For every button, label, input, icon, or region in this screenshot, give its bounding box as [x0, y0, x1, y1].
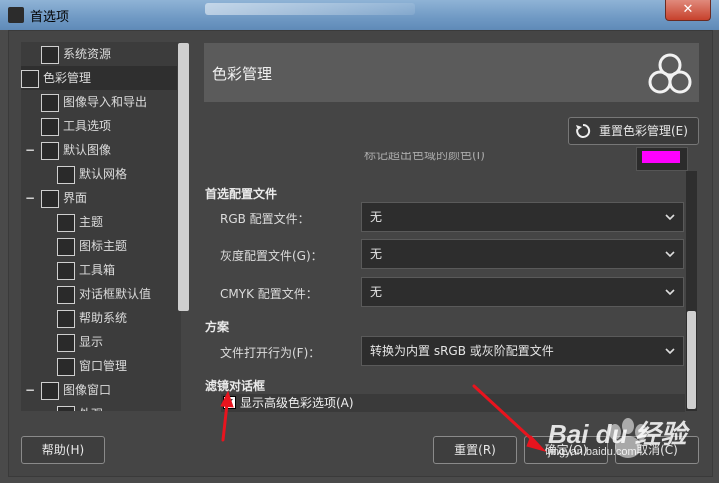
rgb-profile-select[interactable]: 无	[361, 202, 684, 232]
tool-options-icon	[41, 117, 59, 136]
preferred-profiles-heading: 首选配置文件	[205, 187, 278, 201]
rgb-profile-value: 无	[370, 210, 383, 224]
default-image-icon	[41, 141, 59, 160]
cmyk-profile-label: CMYK 配置文件：	[220, 287, 318, 301]
reset-color-management-label: 重置色彩管理(E)	[599, 124, 688, 138]
sidebar-item[interactable]: − 界面	[25, 186, 87, 210]
icon-theme-icon	[57, 237, 75, 256]
sidebar-item-label: 工具选项	[63, 119, 112, 133]
import-export-icon	[41, 93, 59, 112]
theme-icon	[57, 213, 75, 232]
display-icon	[57, 333, 75, 352]
chevron-down-icon	[665, 251, 675, 258]
sidebar-item[interactable]: 主题	[57, 210, 103, 234]
policy-heading: 方案	[205, 320, 230, 334]
sidebar-item[interactable]: 图像导入和导出	[41, 90, 147, 114]
cmyk-profile-select[interactable]: 无	[361, 277, 684, 307]
rgb-profile-label: RGB 配置文件：	[220, 212, 310, 226]
settings-scrollbar-thumb[interactable]	[687, 311, 696, 409]
sidebar-item-label: 系统资源	[63, 47, 112, 61]
sidebar-item-label: 色彩管理	[43, 71, 92, 85]
grayscale-profile-select[interactable]: 无	[361, 239, 684, 269]
color-circles-icon	[648, 53, 692, 94]
sidebar-item[interactable]: 窗口管理	[57, 354, 127, 378]
sidebar-item[interactable]: − 默认图像	[25, 138, 111, 162]
panel-header: 色彩管理	[204, 43, 699, 102]
settings-scrollbar[interactable]	[686, 171, 697, 411]
file-open-behavior-value: 转换为内置 sRGB 或灰阶配置文件	[370, 344, 554, 358]
file-open-behavior-select[interactable]: 转换为内置 sRGB 或灰阶配置文件	[361, 336, 684, 366]
sidebar-item-label: 窗口管理	[79, 359, 128, 373]
appearance-icon	[57, 405, 75, 411]
help-button[interactable]: 帮助(H)	[21, 436, 105, 464]
panel-title: 色彩管理	[212, 65, 273, 83]
collapse-toggle-icon[interactable]: −	[25, 378, 35, 402]
sidebar-item[interactable]: 系统资源	[41, 42, 111, 66]
reset-color-management-button[interactable]: 重置色彩管理(E)	[568, 117, 699, 145]
chip-icon	[41, 45, 59, 64]
collapse-toggle-icon[interactable]: −	[25, 138, 35, 162]
sidebar-item-label: 对话框默认值	[79, 287, 152, 301]
sidebar-item-label: 工具箱	[79, 263, 116, 277]
window-title: 首选项	[30, 10, 70, 25]
sidebar-item-label: 主题	[79, 215, 104, 229]
sidebar-item-label: 界面	[63, 191, 88, 205]
sidebar-item-label: 图像导入和导出	[63, 95, 148, 109]
sidebar-item-label: 帮助系统	[79, 311, 128, 325]
advanced-color-label[interactable]: 显示高级色彩选项(A)	[240, 394, 354, 412]
background-window-blur	[205, 3, 415, 15]
preferences-window: 系统资源色彩管理图像导入和导出 工具选项 − 默认图像默认网格 − 界面主题图标主题工具箱…	[8, 30, 713, 477]
sidebar-item-label: 图像窗口	[63, 383, 112, 397]
sidebar-item-label: 默认图像	[63, 143, 112, 157]
toolbox-icon	[57, 261, 75, 280]
sidebar-item-label: 默认网格	[79, 167, 128, 181]
interface-icon	[41, 189, 59, 208]
grayscale-profile-value: 无	[370, 247, 383, 261]
image-window-icon	[41, 381, 59, 400]
close-button[interactable]: ✕	[665, 0, 711, 21]
grid-icon	[57, 165, 75, 184]
reset-button[interactable]: 重置(R)	[433, 436, 517, 464]
sidebar-item[interactable]: 工具选项	[41, 114, 111, 138]
sidebar-scrollbar-thumb[interactable]	[178, 43, 189, 311]
collapse-toggle-icon[interactable]: −	[25, 186, 35, 210]
reset-icon	[576, 123, 591, 138]
filter-dialogs-heading: 滤镜对话框	[205, 379, 266, 393]
sidebar-item[interactable]: 帮助系统	[57, 306, 127, 330]
chevron-down-icon	[665, 348, 675, 355]
cmyk-profile-value: 无	[370, 285, 383, 299]
dialog-defaults-icon	[57, 285, 75, 304]
category-tree: 系统资源色彩管理图像导入和导出 工具选项 − 默认图像默认网格 − 界面主题图标主题工具箱…	[21, 42, 181, 411]
mark-out-of-gamut-label: 标记超出色域的颜色(I)	[364, 152, 485, 162]
watermark-url: jingyan.baidu.com	[548, 446, 637, 458]
sidebar-item[interactable]: 工具箱	[57, 258, 115, 282]
sidebar-item[interactable]: 对话框默认值	[57, 282, 151, 306]
advanced-color-checkbox[interactable]: ✕	[223, 396, 236, 409]
app-icon	[8, 7, 24, 23]
help-system-icon	[57, 309, 75, 328]
sidebar-item-label: 外观	[79, 407, 103, 411]
title-bar: 首选项 ✕	[0, 0, 719, 30]
sidebar-item-label: 图标主题	[79, 239, 128, 253]
grayscale-profile-label: 灰度配置文件(G)：	[220, 249, 323, 263]
chevron-down-icon	[665, 289, 675, 296]
sidebar-item-label: 显示	[79, 335, 104, 349]
file-open-behavior-label: 文件打开行为(F)：	[220, 346, 321, 360]
color-circles-icon	[21, 69, 39, 88]
sidebar-item[interactable]: 色彩管理	[21, 66, 177, 90]
sidebar-item[interactable]: 默认网格	[57, 162, 127, 186]
sidebar-item[interactable]: 外观	[57, 402, 103, 411]
sidebar-item[interactable]: 显示	[57, 330, 103, 354]
sidebar-item[interactable]: − 图像窗口	[25, 378, 111, 402]
out-of-gamut-color-button[interactable]	[636, 147, 688, 171]
sidebar-item[interactable]: 图标主题	[57, 234, 127, 258]
chevron-down-icon	[665, 214, 675, 221]
window-management-icon	[57, 357, 75, 376]
color-swatch	[642, 151, 680, 163]
